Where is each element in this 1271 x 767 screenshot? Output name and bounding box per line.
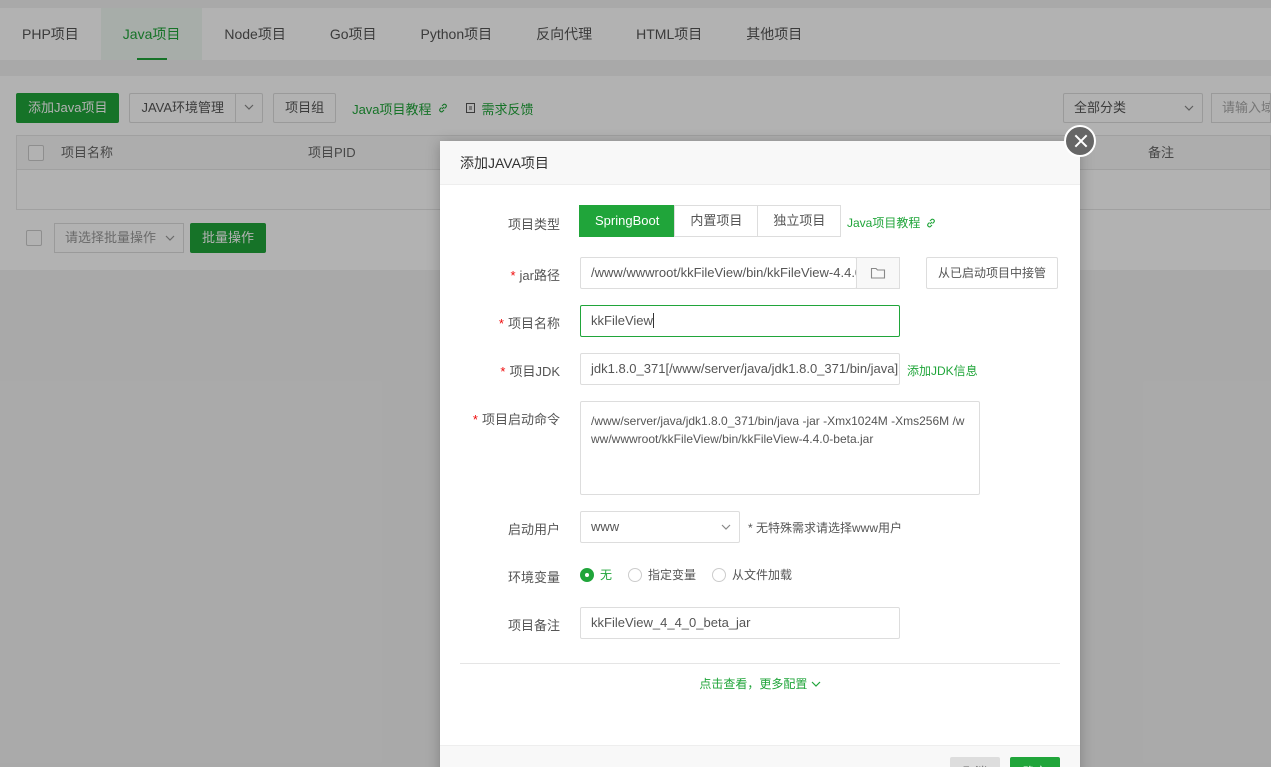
env-option-none-label: 无 — [600, 568, 613, 582]
env-option-file[interactable]: 从文件加载 — [712, 566, 792, 583]
env-option-file-label: 从文件加载 — [732, 568, 793, 582]
close-icon[interactable] — [1064, 125, 1096, 157]
more-config-label: 点击查看，更多配置 — [699, 677, 808, 691]
add-jdk-link[interactable]: 添加JDK信息 — [907, 362, 978, 379]
folder-icon[interactable] — [856, 257, 900, 289]
radio-icon — [580, 567, 594, 582]
required-mark: * — [472, 412, 478, 427]
label-project-jdk: * 项目JDK — [440, 361, 560, 380]
run-user-hint: * 无特殊需求请选择www用户 — [748, 521, 903, 535]
label-run-user: 启动用户 — [507, 522, 560, 537]
type-builtin[interactable]: 内置项目 — [674, 205, 759, 237]
label-project-name: * 项目名称 — [440, 313, 560, 332]
env-option-specify[interactable]: 指定变量 — [628, 566, 696, 583]
env-option-none[interactable]: 无 — [580, 566, 612, 583]
run-user-select[interactable]: www — [580, 511, 740, 543]
label-jar-path: * jar路径 — [440, 265, 560, 284]
add-java-project-dialog: 添加JAVA项目 项目类型 SpringBoot 内置项目 独立项目 Java项… — [440, 141, 1080, 767]
label-project-jdk-text: 项目JDK — [509, 364, 560, 379]
required-mark: * — [500, 364, 506, 379]
label-start-command-text: 项目启动命令 — [481, 412, 560, 427]
label-jar-path-text: jar路径 — [519, 268, 560, 283]
cancel-button[interactable]: 取消 — [950, 757, 1000, 767]
required-mark: * — [510, 268, 516, 283]
label-start-command: * 项目启动命令 — [440, 409, 560, 428]
divider — [460, 663, 1060, 664]
dialog-title: 添加JAVA项目 — [440, 141, 1080, 185]
project-name-value: kkFileView — [591, 313, 653, 328]
confirm-button[interactable]: 确定 — [1010, 757, 1060, 767]
project-type-segmented: SpringBoot 内置项目 独立项目 — [579, 205, 842, 237]
radio-icon — [712, 567, 727, 582]
java-tutorial-link-label: Java项目教程 — [847, 216, 921, 230]
env-radio-group: 无 指定变量 从文件加载 — [580, 566, 808, 583]
jdk-select[interactable]: jdk1.8.0_371[/www/server/java/jdk1.8.0_3… — [580, 353, 900, 385]
project-name-input[interactable]: kkFileView — [580, 305, 900, 337]
jar-path-input[interactable]: /www/wwwroot/kkFileView/bin/kkFileView-4… — [580, 257, 857, 289]
run-user-value: www — [591, 519, 620, 534]
chevron-down-icon — [811, 681, 821, 687]
java-tutorial-link[interactable]: Java项目教程 — [847, 214, 937, 231]
label-project-type: 项目类型 — [507, 217, 560, 232]
env-option-specify-label: 指定变量 — [648, 568, 697, 582]
takeover-button[interactable]: 从已启动项目中接管 — [926, 257, 1059, 289]
text-cursor — [652, 313, 654, 328]
required-mark: * — [498, 316, 504, 331]
dialog-footer: 取消 确定 — [440, 745, 1080, 767]
chevron-down-icon — [721, 512, 731, 553]
label-project-name-text: 项目名称 — [507, 316, 560, 331]
start-command-textarea[interactable]: /www/server/java/jdk1.8.0_371/bin/java -… — [580, 401, 980, 495]
label-project-remark: 项目备注 — [507, 618, 560, 633]
label-env-vars: 环境变量 — [507, 570, 560, 585]
more-config-link[interactable]: 点击查看，更多配置 — [440, 675, 1080, 692]
radio-icon — [628, 567, 643, 582]
external-link-icon — [927, 218, 936, 227]
project-remark-input[interactable]: kkFileView_4_4_0_beta_jar — [580, 607, 900, 639]
type-springboot[interactable]: SpringBoot — [579, 205, 676, 237]
type-standalone[interactable]: 独立项目 — [757, 205, 842, 237]
